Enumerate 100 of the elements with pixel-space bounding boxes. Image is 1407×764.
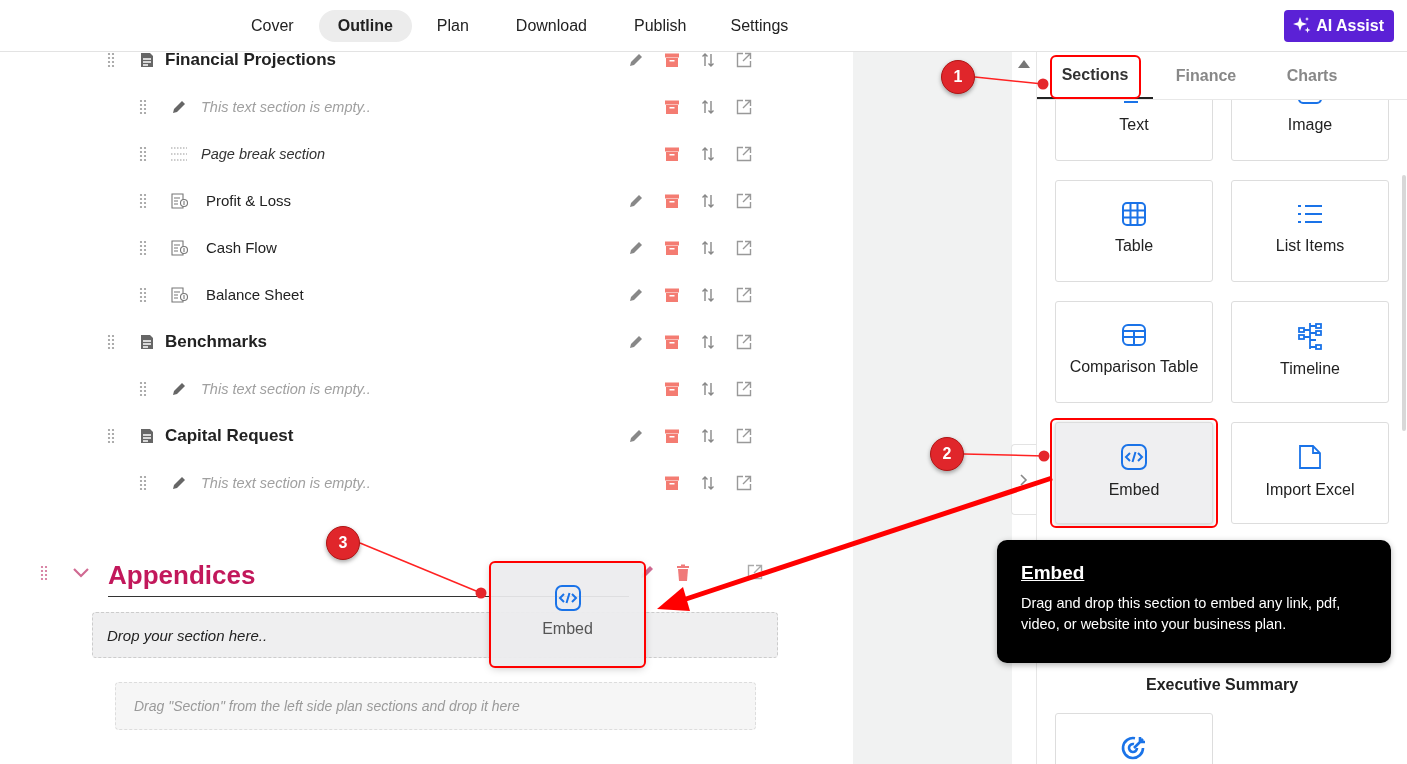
chapter-title[interactable]: Appendices xyxy=(108,559,256,591)
open-icon[interactable] xyxy=(736,286,752,303)
open-icon[interactable] xyxy=(736,98,752,115)
open-icon[interactable] xyxy=(736,192,752,209)
tooltip-text: Drag and drop this section to embed any link, pdf, video, or website into your business plan. xyxy=(1021,594,1342,634)
table-icon xyxy=(1121,322,1147,348)
report-icon xyxy=(171,192,189,209)
edit-icon[interactable] xyxy=(628,333,644,350)
archive-icon[interactable] xyxy=(664,380,680,397)
reorder-icon[interactable] xyxy=(701,145,715,162)
panel-tab[interactable]: Finance xyxy=(1153,52,1259,99)
collapse-tab[interactable] xyxy=(1011,444,1036,515)
section-card[interactable]: List Items xyxy=(1231,180,1389,282)
drag-handle-icon[interactable] xyxy=(139,239,147,256)
ai-assist-button[interactable]: AI Assist xyxy=(1284,9,1394,42)
document-icon xyxy=(139,427,155,444)
nav-tab[interactable]: Cover xyxy=(232,9,313,42)
edit-icon[interactable] xyxy=(628,239,644,256)
reorder-icon[interactable] xyxy=(701,98,715,115)
open-icon[interactable] xyxy=(736,427,752,444)
nav-tab[interactable]: Plan xyxy=(417,9,488,42)
section-title[interactable]: Benchmarks xyxy=(165,331,268,352)
nav-tab[interactable]: Download xyxy=(493,9,609,42)
archive-icon[interactable] xyxy=(664,239,680,256)
drag-hint: Drag "Section" from the left side plan sections and drop it here xyxy=(115,682,756,730)
archive-icon[interactable] xyxy=(664,52,680,68)
edit-icon[interactable] xyxy=(628,52,644,68)
reorder-icon[interactable] xyxy=(701,380,715,397)
section-title[interactable]: Financial Projections xyxy=(165,52,336,70)
open-icon[interactable] xyxy=(736,239,752,256)
section-card[interactable]: Embed xyxy=(1055,422,1213,524)
grid-icon xyxy=(1121,201,1147,227)
archive-icon[interactable] xyxy=(664,192,680,209)
code-icon xyxy=(1120,443,1148,471)
archive-icon[interactable] xyxy=(664,145,680,162)
drag-handle-icon[interactable] xyxy=(139,380,147,397)
archive-icon[interactable] xyxy=(664,474,680,491)
tooltip-title: Embed xyxy=(1021,562,1085,584)
report-title[interactable]: Profit & Loss xyxy=(206,192,292,209)
tree-icon xyxy=(1297,322,1323,350)
open-icon[interactable] xyxy=(747,564,763,580)
drag-handle-icon[interactable] xyxy=(139,286,147,303)
open-icon[interactable] xyxy=(736,145,752,162)
report-icon xyxy=(171,239,189,256)
group-title: Executive Summary xyxy=(1144,676,1300,694)
edit-icon[interactable] xyxy=(171,380,187,397)
scroll-up-icon[interactable] xyxy=(1018,60,1030,68)
archive-icon[interactable] xyxy=(664,427,680,444)
section-card[interactable]: Image xyxy=(1231,100,1389,161)
edit-icon[interactable] xyxy=(628,427,644,444)
page-break-label[interactable]: Page break section xyxy=(201,145,326,162)
drag-handle-icon[interactable] xyxy=(139,192,147,209)
drag-handle-icon[interactable] xyxy=(139,474,147,491)
reorder-icon[interactable] xyxy=(701,333,715,350)
scrollbar-thumb[interactable] xyxy=(1402,175,1406,431)
section-card[interactable]: Import Excel xyxy=(1231,422,1389,524)
document-icon xyxy=(139,333,155,350)
reorder-icon[interactable] xyxy=(701,192,715,209)
section-card[interactable]: Text xyxy=(1055,100,1213,161)
section-card[interactable]: Timeline xyxy=(1231,301,1389,403)
nav-tab[interactable]: Outline xyxy=(318,9,412,42)
callout-badge: 3 xyxy=(326,526,360,560)
chevron-icon xyxy=(1020,473,1028,486)
edit-icon[interactable] xyxy=(628,192,644,209)
drag-handle-icon[interactable] xyxy=(139,98,147,115)
drag-preview-overlay[interactable]: Embed xyxy=(491,563,644,666)
code-icon xyxy=(553,584,582,612)
report-title[interactable]: Cash Flow xyxy=(206,239,277,256)
section-title[interactable]: Capital Request xyxy=(165,425,294,446)
reorder-icon[interactable] xyxy=(701,474,715,491)
panel-tab[interactable]: Charts xyxy=(1259,52,1365,99)
drag-handle-icon[interactable] xyxy=(139,145,147,162)
document-icon xyxy=(139,52,155,68)
reorder-icon[interactable] xyxy=(701,239,715,256)
open-icon[interactable] xyxy=(736,333,752,350)
report-title[interactable]: Balance Sheet xyxy=(206,286,304,303)
drag-handle-icon[interactable] xyxy=(107,333,115,350)
reorder-icon[interactable] xyxy=(701,52,715,68)
edit-icon[interactable] xyxy=(628,286,644,303)
open-icon[interactable] xyxy=(736,52,752,68)
nav-tab[interactable]: Publish xyxy=(615,9,706,42)
open-icon[interactable] xyxy=(736,380,752,397)
report-icon xyxy=(171,286,189,303)
reorder-icon[interactable] xyxy=(701,286,715,303)
archive-icon[interactable] xyxy=(664,333,680,350)
edit-icon[interactable] xyxy=(171,98,187,115)
nav-tab[interactable]: Settings xyxy=(711,9,808,42)
section-card[interactable]: Table xyxy=(1055,180,1213,282)
chevron-icon[interactable] xyxy=(72,567,90,579)
dotted-lines-icon xyxy=(171,146,187,161)
archive-icon[interactable] xyxy=(664,98,680,115)
edit-icon[interactable] xyxy=(171,474,187,491)
reorder-icon[interactable] xyxy=(701,427,715,444)
archive-icon[interactable] xyxy=(664,286,680,303)
drag-handle-icon[interactable] xyxy=(40,565,48,581)
drag-handle-icon[interactable] xyxy=(107,427,115,444)
open-icon[interactable] xyxy=(736,474,752,491)
trash-icon[interactable] xyxy=(675,564,691,582)
section-card[interactable]: Comparison Table xyxy=(1055,301,1213,403)
drag-handle-icon[interactable] xyxy=(107,52,115,68)
